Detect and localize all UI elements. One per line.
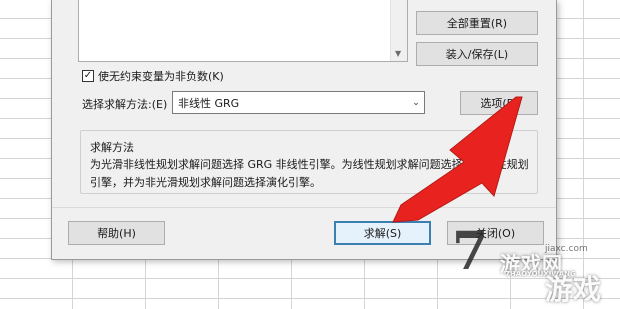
options-label: 选项(P) xyxy=(480,97,518,110)
group-description: 为光滑非线性规划求解问题选择 GRG 非线性引擎。为线性规划求解问题选择单纯线性… xyxy=(90,158,529,189)
nonneg-checkbox-label: 使无约束变量为非负数(K) xyxy=(98,70,224,83)
help-label: 帮助(H) xyxy=(97,227,136,240)
chevron-down-icon[interactable]: ⌄ xyxy=(407,92,424,113)
divider xyxy=(52,207,556,208)
group-title: 求解方法 xyxy=(90,141,134,154)
solve-label: 求解(S) xyxy=(363,227,402,240)
solving-method-select[interactable]: 非线性 GRG ⌄ xyxy=(172,91,425,114)
scroll-down-arrow-icon[interactable]: ▼ xyxy=(395,50,401,58)
method-label: 选择求解方法:(E) xyxy=(82,98,168,111)
constraints-listbox[interactable]: ▼ xyxy=(78,0,408,62)
watermark-text-large: 游戏 xyxy=(545,273,602,306)
listbox-scrollbar[interactable]: ▼ xyxy=(390,0,407,61)
nonneg-checkbox-row[interactable]: ✓ 使无约束变量为非负数(K) xyxy=(82,68,224,84)
nonneg-checkbox[interactable]: ✓ xyxy=(82,70,94,82)
reset-all-label: 全部重置(R) xyxy=(446,17,508,30)
help-button[interactable]: 帮助(H) xyxy=(68,221,165,245)
load-save-label: 装入/保存(L) xyxy=(445,48,509,61)
solving-method-groupbox: 求解方法 为光滑非线性规划求解问题选择 GRG 非线性引擎。为线性规划求解问题选… xyxy=(80,130,538,194)
reset-all-button[interactable]: 全部重置(R) xyxy=(416,11,538,35)
solve-button[interactable]: 求解(S) xyxy=(334,221,431,245)
load-save-button[interactable]: 装入/保存(L) xyxy=(416,42,538,66)
watermark-logo: 7 xyxy=(452,221,489,282)
solving-method-value: 非线性 GRG xyxy=(178,96,240,110)
options-button[interactable]: 选项(P) xyxy=(460,91,538,115)
